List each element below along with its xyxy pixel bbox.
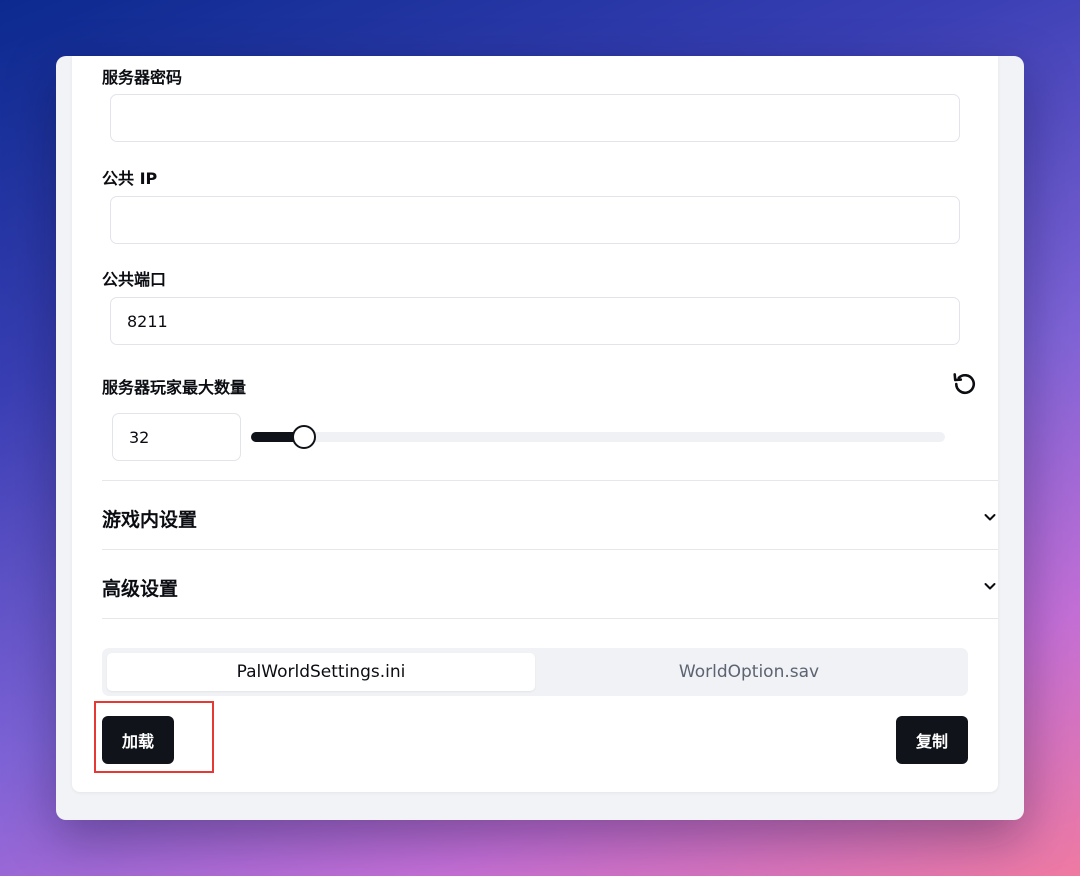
public-port-label: 公共端口 (102, 270, 167, 289)
max-players-label: 服务器玩家最大数量 (102, 378, 247, 397)
slider-thumb[interactable] (292, 425, 317, 449)
app-window: 服务器密码 公共 IP 公共端口 服务器玩家最大数量 游戏内设置 (56, 56, 1024, 820)
settings-panel: 服务器密码 公共 IP 公共端口 服务器玩家最大数量 游戏内设置 (72, 56, 998, 792)
divider (102, 618, 998, 619)
public-ip-label: 公共 IP (102, 169, 158, 188)
tab-worldoption-sav[interactable]: WorldOption.sav (535, 653, 963, 691)
section-in-game-settings[interactable]: 游戏内设置 (102, 481, 998, 549)
chevron-down-icon (984, 514, 996, 521)
max-players-slider[interactable] (251, 425, 945, 449)
server-password-input[interactable] (110, 94, 960, 142)
section-title: 游戏内设置 (102, 509, 198, 531)
section-title: 高级设置 (102, 578, 179, 600)
config-file-tabs: PalWorldSettings.ini WorldOption.sav (102, 648, 968, 696)
load-button[interactable]: 加载 (102, 716, 174, 764)
public-ip-input[interactable] (110, 196, 960, 244)
server-password-label: 服务器密码 (102, 68, 183, 87)
chevron-down-icon (984, 583, 996, 590)
max-players-input[interactable] (112, 413, 241, 461)
copy-button[interactable]: 复制 (896, 716, 968, 764)
tab-palworldsettings-ini[interactable]: PalWorldSettings.ini (107, 653, 535, 691)
rotate-ccw-icon[interactable] (951, 370, 979, 398)
public-port-input[interactable] (110, 297, 960, 345)
section-advanced-settings[interactable]: 高级设置 (102, 550, 998, 618)
slider-track (251, 432, 945, 442)
